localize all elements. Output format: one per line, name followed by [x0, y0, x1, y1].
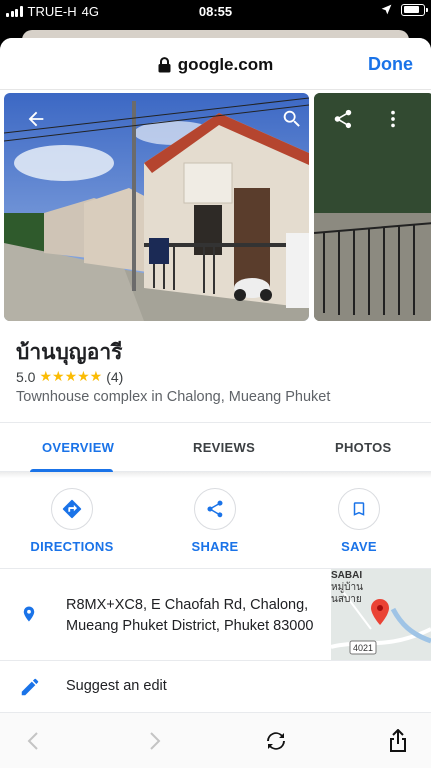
share-photo-button[interactable]: [327, 103, 359, 135]
status-bar: TRUE-H 4G 08:55: [0, 0, 431, 24]
map-thumbnail[interactable]: 4021 SABAI หมู่บ้าน นสบาย: [331, 569, 431, 661]
place-photo-secondary[interactable]: [314, 93, 431, 321]
battery-icon: [401, 3, 428, 16]
save-circle: [338, 488, 380, 530]
url-bar: google.com Done: [0, 38, 431, 90]
tab-photos[interactable]: PHOTOS: [335, 440, 391, 455]
share-icon: [207, 500, 223, 518]
browser-toolbar: [0, 712, 431, 768]
reload-button[interactable]: [262, 727, 290, 755]
place-photo[interactable]: [4, 93, 309, 321]
address-line-2: Mueang Phuket District, Phuket 83000: [66, 618, 314, 634]
address-row[interactable]: R8MX+XC8, E Chaofah Rd, Chalong, Mueang …: [0, 568, 431, 661]
suggest-edit-label: Suggest an edit: [66, 678, 167, 694]
domain-label: google.com: [177, 55, 274, 74]
address-field[interactable]: google.com: [0, 55, 431, 75]
share-icon: [334, 109, 352, 129]
pencil-icon: [19, 676, 41, 703]
share-button[interactable]: SHARE: [160, 488, 270, 554]
reload-icon: [267, 732, 285, 750]
map-image: 4021 SABAI หมู่บ้าน นสบาย: [331, 569, 431, 661]
star-rating: ★★★★★: [39, 368, 103, 384]
address-text: R8MX+XC8, E Chaofah Rd, Chalong, Mueang …: [66, 595, 313, 637]
suggest-edit-row[interactable]: Suggest an edit: [0, 660, 431, 712]
arrow-left-icon: [28, 111, 44, 127]
action-buttons: DIRECTIONS SHARE SAVE: [0, 478, 431, 568]
browser-sheet: google.com Done บ้านบุญอารี 5.0 ★★★★★ (4…: [0, 38, 431, 768]
share-circle: [194, 488, 236, 530]
save-label: SAVE: [341, 539, 377, 554]
back-button[interactable]: [20, 103, 52, 135]
directions-icon: [62, 499, 82, 519]
clock: 08:55: [198, 4, 233, 19]
share-page-button[interactable]: [384, 727, 412, 755]
more-vert-icon: [391, 110, 395, 128]
directions-button[interactable]: DIRECTIONS: [17, 488, 127, 554]
search-icon: [283, 110, 300, 127]
map-label-thai-2: นสบาย: [331, 594, 362, 605]
tab-overview[interactable]: OVERVIEW: [42, 440, 114, 455]
share-out-icon: [390, 729, 406, 752]
rating-value: 5.0: [16, 368, 36, 385]
directions-label: DIRECTIONS: [30, 539, 114, 554]
status-right: [380, 3, 428, 16]
rating-row[interactable]: 5.0 ★★★★★ (4): [16, 368, 123, 385]
address-line-1: R8MX+XC8, E Chaofah Rd, Chalong,: [66, 597, 309, 613]
place-category: Townhouse complex in Chalong, Mueang Phu…: [16, 389, 331, 405]
chevron-left-icon: [27, 732, 38, 750]
done-button[interactable]: Done: [368, 54, 413, 75]
map-label-sabai: SABAI: [331, 570, 362, 581]
review-count: (4): [106, 368, 124, 385]
location-arrow-icon: [381, 4, 392, 15]
bookmark-icon: [353, 502, 365, 516]
map-label-thai: หมู่บ้าน: [331, 581, 363, 593]
lock-icon: [158, 57, 171, 73]
search-button[interactable]: [276, 103, 308, 135]
share-label: SHARE: [191, 539, 239, 554]
more-options-button[interactable]: [377, 103, 409, 135]
browser-back-button[interactable]: [19, 727, 47, 755]
tab-bar: OVERVIEW REVIEWS PHOTOS: [0, 422, 431, 472]
location-pin-icon: [20, 602, 38, 631]
tab-reviews[interactable]: REVIEWS: [193, 440, 255, 455]
photo-carousel[interactable]: [0, 90, 431, 322]
road-number-label: 4021: [353, 643, 373, 653]
save-button[interactable]: SAVE: [304, 488, 414, 554]
place-title: บ้านบุญอารี: [16, 341, 123, 364]
directions-circle: [51, 488, 93, 530]
browser-forward-button[interactable]: [141, 727, 169, 755]
chevron-right-icon: [150, 732, 161, 750]
